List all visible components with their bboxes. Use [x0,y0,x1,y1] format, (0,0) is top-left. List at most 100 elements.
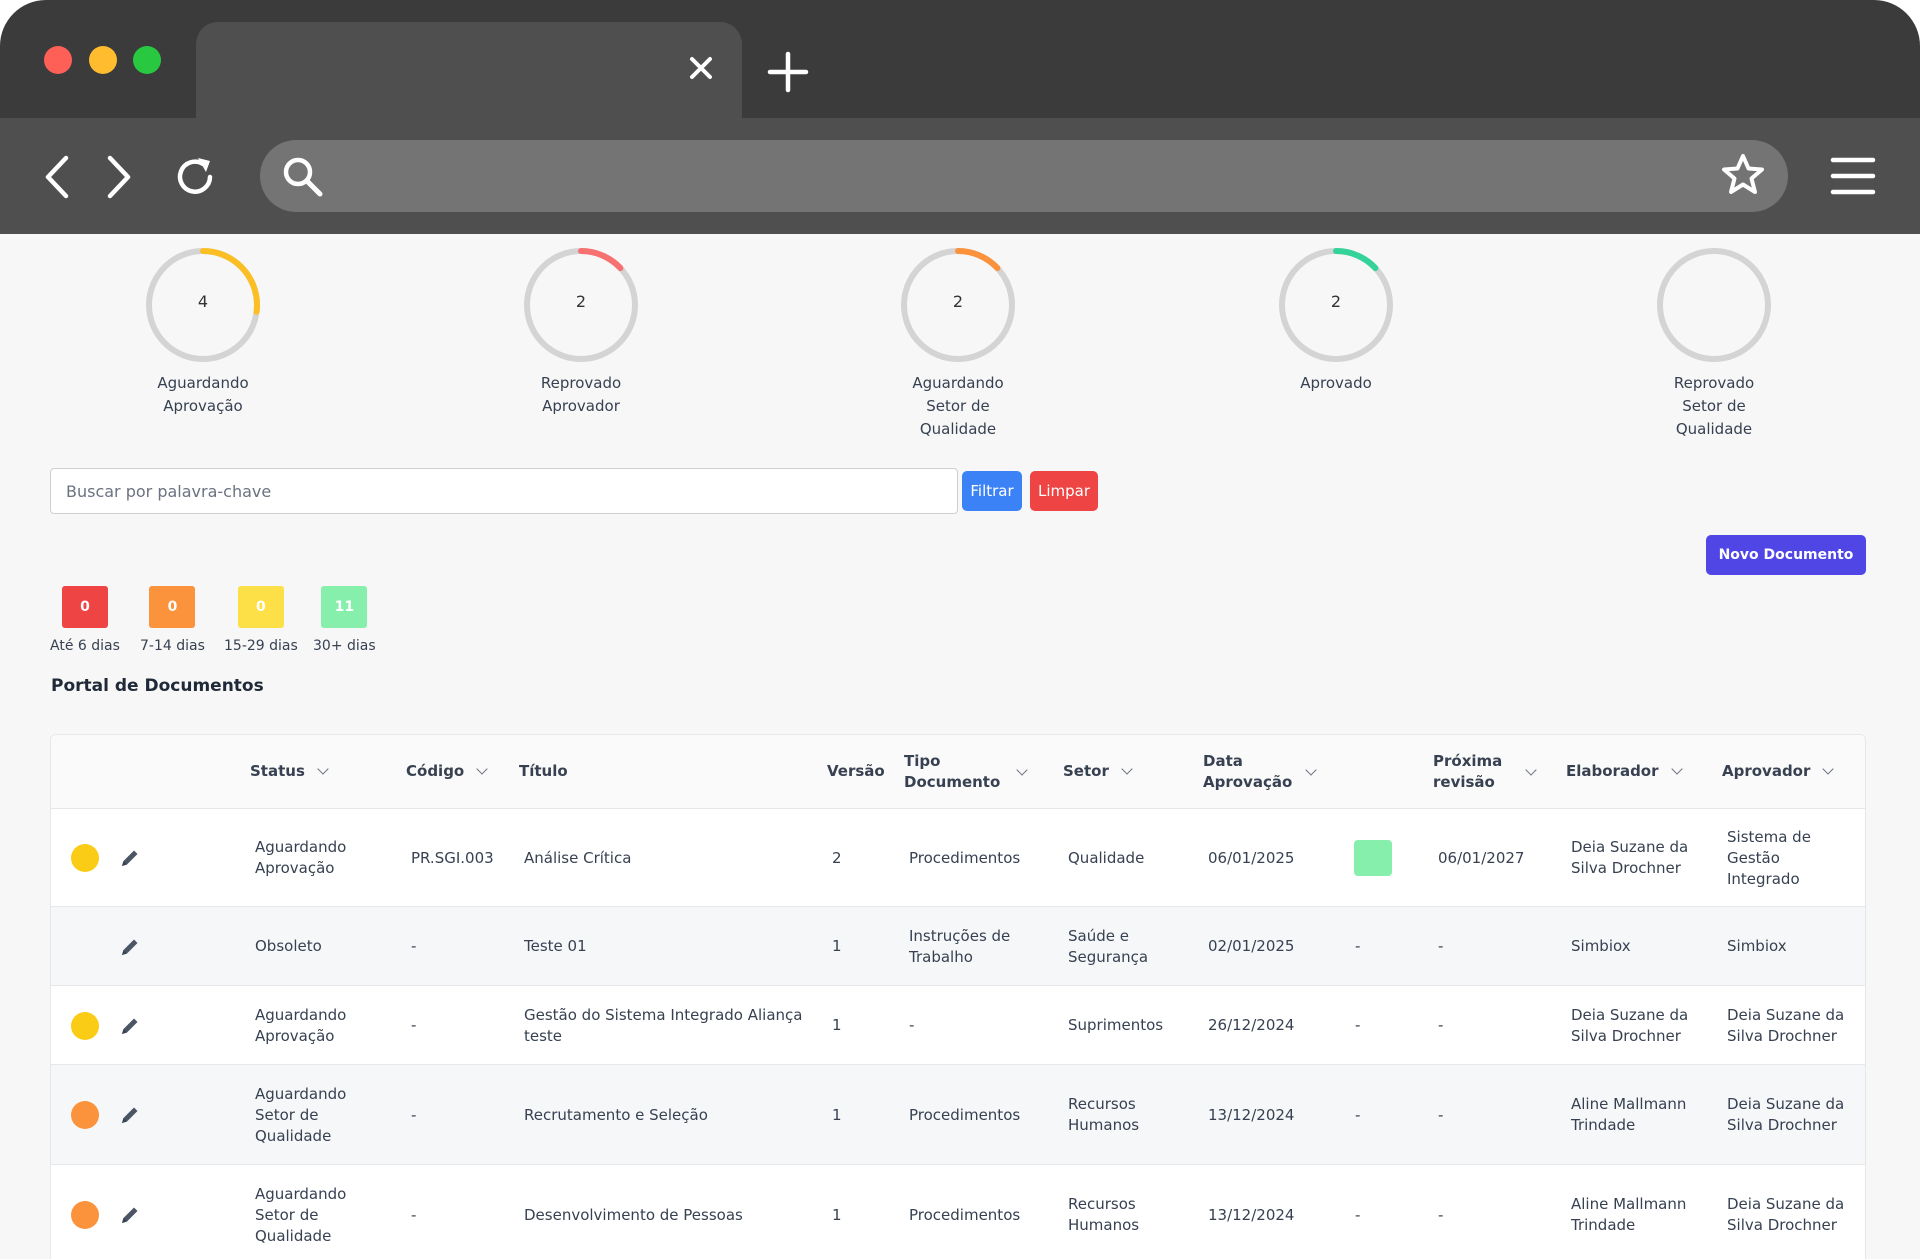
status-indicator [71,844,99,872]
gauge-label: Aguardando Setor de Qualidade [912,374,1004,438]
star-icon[interactable] [1720,152,1766,198]
forward-icon[interactable] [96,152,140,202]
deadline-label: 15-29 dias [224,638,298,654]
table-row[interactable]: Aguardando Setor de Qualidade - Recrutamen… [51,1065,1865,1165]
new-document-button[interactable]: Novo Documento [1706,535,1866,575]
cell-badge-text: - [1355,937,1361,955]
pencil-icon[interactable] [119,1104,141,1126]
cell-aprovador: Simbiox [1727,937,1787,955]
cell-elaborador: Aline Mallmann Trindade [1571,1195,1687,1234]
table-row[interactable]: Obsoleto - Teste 01 1 Instruções de Trabalho… [51,907,1865,986]
deadline-count-badge: 11 [321,586,368,628]
gauge-count: 4 [197,292,209,311]
deadline-counter[interactable]: 0 7-14 dias [140,586,205,654]
status-gauge: 2 Aguardando Setor de Qualidade [838,248,1078,441]
cell-versao: 1 [832,1016,842,1034]
browser-window: 4 Aguardando Aprovação 2 Reprovado Aprovado… [0,0,1920,1259]
cell-titulo: Análise Crítica [524,848,632,867]
chevron-down-icon [476,763,488,775]
deadline-counter[interactable]: 0 15-29 dias [224,586,298,654]
search-field[interactable] [50,468,958,514]
cell-aprovador: Deia Suzane da Silva Drochner [1727,1005,1845,1045]
gauge-count: 2 [952,292,964,311]
pencil-icon[interactable] [119,936,141,958]
deadline-label: 30+ dias [313,638,376,654]
table-header: Status Código Título Versão Tipo Documen… [51,735,1865,809]
cell-elaborador: Deia Suzane da Silva Drochner [1571,838,1689,877]
pencil-icon[interactable] [119,1204,141,1226]
chevron-down-icon [1670,763,1683,775]
header-versao-label: Versão [827,762,885,780]
plus-icon[interactable] [766,50,810,94]
pencil-icon[interactable] [119,1015,141,1037]
cell-status: Obsoleto [255,937,322,955]
clear-button[interactable]: Limpar [1030,471,1098,511]
cell-setor: Saúde e Segurança [1068,926,1149,966]
documents-table: Status Código Título Versão Tipo Documen… [50,734,1866,1259]
header-titulo[interactable]: Título [519,761,568,782]
cell-proxima-revisao: - [1438,1205,1444,1224]
close-icon[interactable] [686,53,716,83]
cell-aprovador: Deia Suzane da Silva Drochner [1727,1195,1845,1234]
cell-data-aprovacao: 26/12/2024 [1208,1016,1295,1034]
minimize-window-button[interactable] [89,46,117,74]
browser-tab[interactable] [196,22,742,118]
header-data-aprovacao-label: Data Aprovação [1203,752,1293,791]
menu-icon[interactable] [1830,154,1876,198]
header-status[interactable]: Status [250,761,329,782]
header-tipo[interactable]: Tipo Documento [904,751,1044,793]
chevron-down-icon [317,763,329,775]
status-indicator [71,1011,99,1040]
gauge-count: 2 [575,292,587,311]
cell-data-aprovacao: 06/01/2025 [1208,848,1295,867]
header-aprovador-label: Aprovador [1722,762,1811,780]
header-elaborador[interactable]: Elaborador [1566,761,1683,782]
header-proxima-revisao[interactable]: Próxima revisão [1433,751,1553,793]
gauge-ring [1657,248,1771,362]
cell-proxima-revisao: - [1438,1016,1444,1034]
deadline-counter[interactable]: 0 Até 6 dias [50,586,120,654]
page-title: Portal de Documentos [51,676,264,696]
cell-status: Aguardando Aprovação [255,1005,347,1045]
cell-badge-text: - [1355,1016,1361,1034]
filter-button[interactable]: Filtrar [962,471,1022,511]
address-bar[interactable] [260,140,1788,212]
back-icon[interactable] [36,152,80,202]
header-setor[interactable]: Setor [1063,761,1133,782]
table-row[interactable]: Aguardando Aprovação - Gestão do Sistema I… [51,986,1865,1065]
cell-tipo: Procedimentos [909,848,1021,867]
cell-data-aprovacao: 02/01/2025 [1208,937,1295,955]
header-elaborador-label: Elaborador [1566,762,1659,780]
table-row[interactable]: Aguardando Aprovação PR.SGI.003 Análise Cr… [51,809,1865,907]
gauge-count: 2 [1330,292,1342,311]
status-gauge: 2 Aprovado [1216,248,1456,395]
table-row[interactable]: Aguardando Setor de Qualidade - Desenvolvi… [51,1165,1865,1259]
cell-versao: 2 [832,848,842,867]
gauge-label: Reprovado Setor de Qualidade [1673,374,1755,438]
cell-elaborador: Simbiox [1571,937,1631,955]
header-versao[interactable]: Versão [827,761,885,782]
header-codigo-label: Código [406,762,465,780]
header-codigo[interactable]: Código [406,761,488,782]
cell-titulo: Teste 01 [524,937,587,955]
cell-data-aprovacao: 13/12/2024 [1208,1205,1295,1224]
cell-status: Aguardando Aprovação [255,838,347,877]
gauge-label: Reprovado Aprovador [540,374,622,415]
cell-proxima-revisao: - [1438,1105,1444,1124]
cell-tipo: Procedimentos [909,1105,1021,1124]
maximize-window-button[interactable] [133,46,161,74]
close-window-button[interactable] [44,46,72,74]
chevron-down-icon [1822,763,1835,775]
cell-versao: 1 [832,937,842,955]
header-status-label: Status [250,762,305,780]
status-gauge: 4 Aguardando Aprovação [83,248,323,418]
deadline-label: Até 6 dias [50,638,120,654]
deadline-counter[interactable]: 11 30+ dias [313,586,376,654]
search-input[interactable] [51,469,957,513]
header-titulo-label: Título [519,762,568,780]
header-data-aprovacao[interactable]: Data Aprovação [1203,751,1333,793]
reload-icon[interactable] [172,152,220,202]
cell-status: Aguardando Setor de Qualidade [255,1084,347,1145]
header-aprovador[interactable]: Aprovador [1722,761,1835,782]
pencil-icon[interactable] [119,847,141,869]
